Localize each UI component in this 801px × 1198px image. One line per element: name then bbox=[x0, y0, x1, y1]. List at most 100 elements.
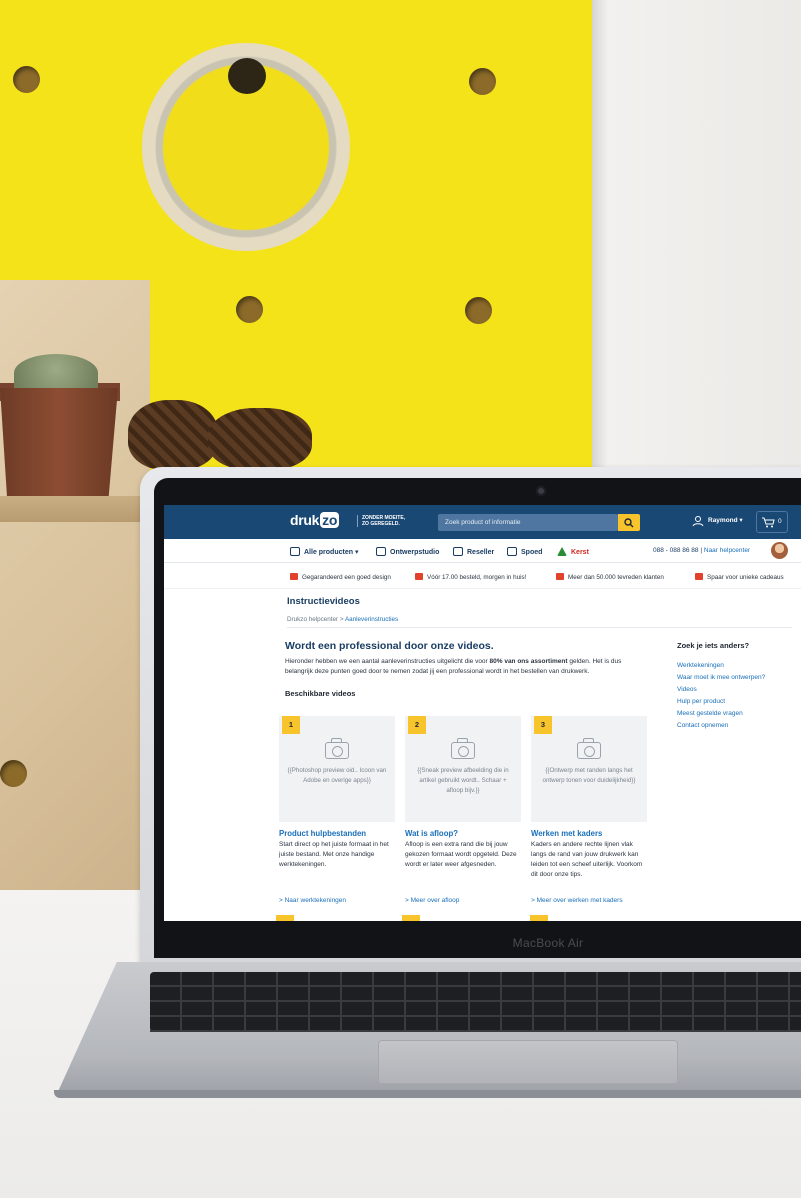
videos-heading: Beschikbare videos bbox=[285, 689, 356, 698]
search-icon bbox=[624, 518, 634, 528]
aside-link[interactable]: Contact opnemen bbox=[677, 720, 765, 732]
brush-icon bbox=[376, 547, 386, 556]
nav-item-reseller[interactable]: Reseller bbox=[453, 547, 494, 556]
nav-item-spoed[interactable]: Spoed bbox=[507, 547, 542, 556]
plant-pot bbox=[0, 388, 118, 498]
video-thumbnail[interactable]: 2 {{Sneak preview afbeelding die in arti… bbox=[405, 716, 521, 822]
nav-label: Ontwerpstudio bbox=[390, 549, 440, 556]
pegboard-shadow bbox=[592, 0, 608, 480]
peg-hole bbox=[228, 58, 266, 94]
video-description: Afloop is een extra rand die bij jouw ge… bbox=[405, 841, 517, 868]
video-thumbnail[interactable]: 3 {{Ontwerp met randen langs het ontwerp… bbox=[531, 716, 647, 822]
separator: | bbox=[700, 547, 703, 554]
cactus-plant bbox=[14, 354, 98, 392]
aside-heading: Zoek je iets anders? bbox=[677, 641, 750, 650]
gift-icon bbox=[290, 573, 298, 580]
truck-icon bbox=[415, 573, 423, 580]
nav-label: Kerst bbox=[571, 549, 589, 556]
logo-text: druk bbox=[290, 512, 320, 528]
site-header: druk zo ZONDER MOEITE, ZO GEREGELD. Zoek … bbox=[164, 505, 801, 539]
pinecone bbox=[128, 400, 218, 470]
nav-label: Alle producten bbox=[304, 549, 354, 556]
logo-accent: zo bbox=[320, 512, 340, 528]
laptop-screen: druk zo ZONDER MOEITE, ZO GEREGELD. Zoek … bbox=[164, 505, 801, 921]
breadcrumb: Drukzo helpcenter > Aanleverinstructies bbox=[287, 616, 398, 623]
peg-hole bbox=[236, 296, 263, 323]
intro-text-part: Hieronder hebben we een aantal aanleveri… bbox=[285, 658, 490, 665]
video-title[interactable]: Product hulpbestanden bbox=[279, 829, 395, 838]
breadcrumb-current[interactable]: Aanleverinstructies bbox=[345, 616, 398, 623]
video-number: 1 bbox=[282, 716, 300, 734]
webcam bbox=[536, 486, 546, 496]
usp-item: Gegarandeerd een goed design bbox=[290, 573, 391, 581]
page-title: Instructievideos bbox=[287, 596, 360, 607]
usp-item: Meer dan 50.000 tevreden klanten bbox=[556, 573, 664, 581]
helpcenter-link[interactable]: Naar helpcenter bbox=[704, 547, 750, 554]
divider bbox=[287, 627, 792, 628]
user-icon bbox=[692, 516, 704, 527]
nav-label: Reseller bbox=[467, 549, 495, 556]
thumbnail-placeholder: {{Sneak preview afbeelding die in artike… bbox=[417, 767, 509, 794]
video-description: Kaders en andere rechte lijnen vlak lang… bbox=[531, 841, 643, 878]
peg-hole bbox=[465, 297, 492, 324]
cart-button[interactable]: 0 bbox=[756, 511, 788, 533]
aside-link[interactable]: Meest gestelde vragen bbox=[677, 708, 765, 720]
box-icon bbox=[290, 547, 300, 556]
nav-item-alle-producten[interactable]: Alle producten ▾ bbox=[290, 547, 358, 556]
video-title[interactable]: Werken met kaders bbox=[531, 829, 647, 838]
user-name: Raymond bbox=[708, 517, 738, 524]
intro-text: Hieronder hebben we een aantal aanleveri… bbox=[285, 657, 640, 677]
breadcrumb-separator: > bbox=[339, 616, 344, 623]
speed-icon bbox=[507, 547, 517, 556]
video-thumbnail[interactable]: 1 {{Photoshop preview oid.. Icoon van Ad… bbox=[279, 716, 395, 822]
usp-bar: Gegarandeerd een goed design Vóór 17.00 … bbox=[164, 563, 801, 589]
cart-count: 0 bbox=[778, 518, 782, 525]
next-card-number bbox=[276, 915, 294, 921]
peg-hole bbox=[13, 66, 40, 93]
video-card: 1 {{Photoshop preview oid.. Icoon van Ad… bbox=[279, 716, 395, 904]
video-link[interactable]: > Naar werktekeningen bbox=[279, 897, 395, 904]
phone-number: 088 - 088 86 88 bbox=[653, 547, 699, 554]
search-button[interactable] bbox=[618, 514, 640, 531]
laptop-trackpad bbox=[378, 1040, 678, 1084]
aside-links: Werktekeningen Waar moet ik mee ontwerpe… bbox=[677, 660, 765, 732]
video-link[interactable]: > Meer over werken met kaders bbox=[531, 897, 647, 904]
video-card: 3 {{Ontwerp met randen langs het ontwerp… bbox=[531, 716, 647, 904]
nav-item-kerst[interactable]: Kerst bbox=[557, 547, 589, 556]
laptop-brand-label: MacBook Air bbox=[512, 936, 584, 950]
next-card-number bbox=[402, 915, 420, 921]
aside-link[interactable]: Waar moet ik mee ontwerpen? bbox=[677, 672, 765, 684]
video-number: 2 bbox=[408, 716, 426, 734]
camera-icon bbox=[577, 738, 601, 759]
usp-text: Spaar voor unieke cadeaus bbox=[707, 574, 784, 581]
video-description: Start direct op het juiste formaat in he… bbox=[279, 841, 389, 868]
thumbnail-placeholder: {{Ontwerp met randen langs het ontwerp t… bbox=[542, 767, 636, 784]
nav-label: Spoed bbox=[521, 549, 543, 556]
avatar[interactable] bbox=[771, 542, 788, 559]
usp-text: Vóór 17.00 besteld, morgen in huis! bbox=[427, 574, 527, 581]
tagline-line: ZO GEREGELD. bbox=[362, 521, 400, 527]
video-link[interactable]: > Meer over afloop bbox=[405, 897, 521, 904]
nav-item-ontwerpstudio[interactable]: Ontwerpstudio bbox=[376, 547, 439, 556]
search-input[interactable]: Zoek product of informatie bbox=[438, 514, 618, 531]
aside-link[interactable]: Werktekeningen bbox=[677, 660, 765, 672]
laptop-keyboard bbox=[150, 972, 801, 1032]
usp-text: Meer dan 50.000 tevreden klanten bbox=[568, 574, 664, 581]
usp-item: Spaar voor unieke cadeaus bbox=[695, 573, 784, 581]
peg-hole bbox=[0, 760, 27, 787]
aside-link[interactable]: Videos bbox=[677, 684, 765, 696]
account-menu[interactable]: Raymond ▾ bbox=[708, 516, 743, 524]
intro-heading: Wordt een professional door onze videos. bbox=[285, 640, 494, 652]
aside-link[interactable]: Hulp per product bbox=[677, 696, 765, 708]
next-card-number bbox=[530, 915, 548, 921]
video-number: 3 bbox=[534, 716, 552, 734]
breadcrumb-home[interactable]: Drukzo helpcenter bbox=[287, 616, 338, 623]
video-title[interactable]: Wat is afloop? bbox=[405, 829, 521, 838]
contact-info: 088 - 088 86 88 | Naar helpcenter bbox=[653, 547, 750, 554]
thumbnail-placeholder: {{Photoshop preview oid.. Icoon van Adob… bbox=[287, 767, 387, 784]
site-tagline: ZONDER MOEITE, ZO GEREGELD. bbox=[357, 515, 405, 527]
site-logo[interactable]: druk zo bbox=[290, 512, 340, 528]
camera-icon bbox=[451, 738, 475, 759]
heart-icon bbox=[556, 573, 564, 580]
present-icon bbox=[695, 573, 703, 580]
